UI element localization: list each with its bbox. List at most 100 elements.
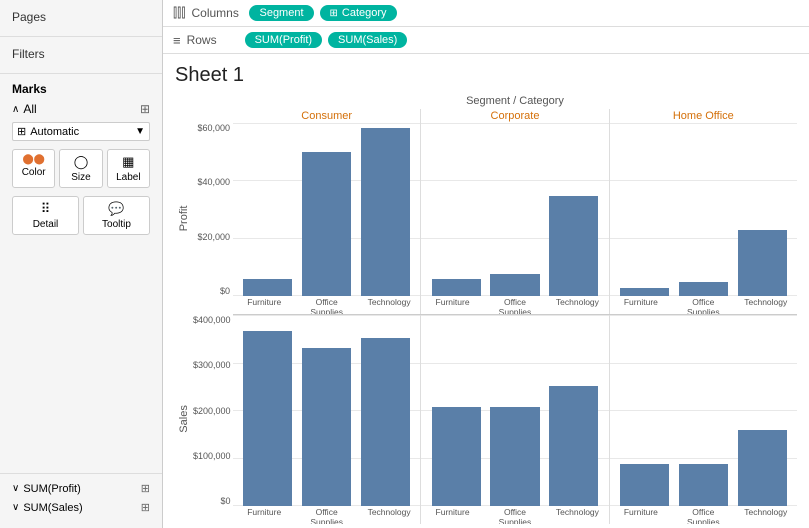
segment-group-2 bbox=[609, 315, 797, 506]
sum-sales-text: SUM(Sales) bbox=[23, 502, 82, 514]
bar-1-1 bbox=[490, 274, 539, 297]
marks-type-dropdown[interactable]: ⊞ Automatic ▼ bbox=[12, 122, 150, 141]
x-label-0-0: Furniture bbox=[233, 296, 295, 314]
bar-col-2-1 bbox=[674, 315, 732, 506]
x-label-0-1: OfficeSupplies bbox=[295, 506, 357, 524]
pages-label: Pages bbox=[12, 10, 150, 24]
main-content: ⫿⫿⫿ Columns Segment ⊞ Category ≡ Rows SU… bbox=[163, 0, 809, 528]
bar-col-1-0 bbox=[427, 123, 485, 296]
x-label-0-1: OfficeSupplies bbox=[295, 296, 357, 314]
x-label-2-0: Furniture bbox=[610, 296, 672, 314]
sidebar-measures: ∨ SUM(Profit) ⊞ ∨ SUM(Sales) ⊞ bbox=[0, 473, 162, 528]
x-seg-2: FurnitureOfficeSuppliesTechnology bbox=[609, 296, 797, 314]
bar-0-2 bbox=[361, 128, 410, 296]
sum-profit-pill[interactable]: SUM(Profit) bbox=[245, 32, 322, 48]
segment-group-0 bbox=[233, 315, 420, 506]
segment-pill[interactable]: Segment bbox=[249, 5, 313, 21]
bars-icon: ⊞ bbox=[140, 102, 150, 116]
category-icon: ⊞ bbox=[330, 8, 338, 19]
color-button[interactable]: ⬤⬤ Color bbox=[12, 149, 55, 188]
bar-col-1-1 bbox=[486, 123, 544, 296]
sales-bars-row bbox=[233, 315, 797, 506]
segment-group-1 bbox=[420, 315, 608, 506]
sales-y-ticks: $400,000 $300,000 $200,000 $100,000 $0 bbox=[193, 315, 234, 524]
sum-sales-label: ∨ SUM(Sales) bbox=[12, 502, 83, 514]
marks-buttons: ⬤⬤ Color ◯ Size ▦ Label bbox=[12, 149, 150, 188]
segment-header-homeoffice: Home Office bbox=[609, 109, 797, 123]
bar-0-0 bbox=[243, 331, 292, 506]
bar-1-2 bbox=[549, 196, 598, 297]
label-icon: ▦ bbox=[122, 154, 134, 170]
bar-col-2-1 bbox=[674, 123, 732, 296]
segment-pill-text: Segment bbox=[259, 7, 303, 19]
tooltip-label: Tooltip bbox=[102, 219, 131, 230]
x-label-1-2: Technology bbox=[546, 296, 608, 314]
profit-x-labels: FurnitureOfficeSuppliesTechnologyFurnitu… bbox=[233, 296, 797, 314]
sum-profit-row: ∨ SUM(Profit) ⊞ bbox=[12, 482, 150, 495]
sum-profit-label: ∨ SUM(Profit) bbox=[12, 483, 81, 495]
bar-0-0 bbox=[243, 279, 292, 296]
size-button[interactable]: ◯ Size bbox=[59, 149, 102, 188]
segment-group-1 bbox=[420, 123, 608, 296]
x-label-1-1: OfficeSupplies bbox=[484, 506, 546, 524]
profit-y-axis: Profit $60,000 $40,000 $20,000 $0 bbox=[175, 123, 233, 314]
bar-0-1 bbox=[302, 152, 351, 296]
sales-y-label: Sales bbox=[175, 315, 193, 524]
label-button[interactable]: ▦ Label bbox=[107, 149, 150, 188]
rows-toolbar: ≡ Rows SUM(Profit) SUM(Sales) bbox=[163, 27, 809, 54]
bar-1-1 bbox=[490, 407, 539, 506]
sum-sales-pill[interactable]: SUM(Sales) bbox=[328, 32, 407, 48]
bar-col-0-2 bbox=[357, 123, 415, 296]
detail-icon: ⠿ bbox=[41, 201, 51, 217]
color-icon: ⬤⬤ bbox=[22, 154, 44, 165]
profit-y-label: Profit bbox=[175, 123, 193, 314]
bar-0-1 bbox=[302, 348, 351, 506]
sheet-area: Sheet 1 Segment / Category Consumer Corp… bbox=[163, 54, 809, 528]
marks-label: Marks bbox=[12, 82, 150, 96]
marks-all-label: ∧ All bbox=[12, 102, 37, 116]
sum-sales-pill-text: SUM(Sales) bbox=[338, 34, 397, 46]
x-seg-1: FurnitureOfficeSuppliesTechnology bbox=[420, 296, 608, 314]
sales-bars-grid: FurnitureOfficeSuppliesTechnologyFurnitu… bbox=[233, 315, 797, 524]
marks-buttons2: ⠿ Detail 💬 Tooltip bbox=[12, 196, 150, 235]
bar-col-1-2 bbox=[545, 315, 603, 506]
segment-group-0 bbox=[233, 123, 420, 296]
bar-col-0-0 bbox=[239, 123, 297, 296]
x-label-0-2: Technology bbox=[358, 506, 420, 524]
sales-y-axis: Sales $400,000 $300,000 $200,000 $100,00… bbox=[175, 315, 233, 524]
x-label-1-0: Furniture bbox=[421, 506, 483, 524]
x-label-2-0: Furniture bbox=[610, 506, 672, 524]
bar-2-2 bbox=[738, 430, 787, 506]
columns-toolbar: ⫿⫿⫿ Columns Segment ⊞ Category bbox=[163, 0, 809, 27]
x-label-2-1: OfficeSupplies bbox=[672, 296, 734, 314]
category-pill[interactable]: ⊞ Category bbox=[320, 5, 397, 21]
segment-headers-row: Consumer Corporate Home Office bbox=[233, 109, 797, 123]
rows-label: Rows bbox=[187, 33, 239, 47]
marks-all-row: ∧ All ⊞ bbox=[12, 102, 150, 116]
chevron-down-icon3: ∨ bbox=[12, 502, 19, 513]
color-label: Color bbox=[22, 167, 46, 178]
x-label-1-0: Furniture bbox=[421, 296, 483, 314]
bar-1-0 bbox=[432, 407, 481, 506]
bar-col-1-2 bbox=[545, 123, 603, 296]
chevron-down-icon2: ∨ bbox=[12, 483, 19, 494]
profit-panel: Profit $60,000 $40,000 $20,000 $0 bbox=[175, 123, 797, 314]
sum-sales-icon: ⊞ bbox=[141, 501, 150, 514]
x-seg-1: FurnitureOfficeSuppliesTechnology bbox=[420, 506, 608, 524]
x-seg-2: FurnitureOfficeSuppliesTechnology bbox=[609, 506, 797, 524]
filters-label: Filters bbox=[12, 47, 150, 61]
sales-x-labels: FurnitureOfficeSuppliesTechnologyFurnitu… bbox=[233, 506, 797, 524]
profit-y-ticks: $60,000 $40,000 $20,000 $0 bbox=[193, 123, 233, 314]
detail-button[interactable]: ⠿ Detail bbox=[12, 196, 79, 235]
sidebar: Pages Filters Marks ∧ All ⊞ ⊞ Automatic … bbox=[0, 0, 163, 528]
bar-col-2-0 bbox=[616, 315, 674, 506]
marks-section: Marks ∧ All ⊞ ⊞ Automatic ▼ ⬤⬤ Color ◯ S… bbox=[0, 74, 162, 473]
x-seg-0: FurnitureOfficeSuppliesTechnology bbox=[233, 296, 420, 314]
tooltip-button[interactable]: 💬 Tooltip bbox=[83, 196, 150, 235]
x-label-2-2: Technology bbox=[735, 296, 797, 314]
x-seg-0: FurnitureOfficeSuppliesTechnology bbox=[233, 506, 420, 524]
automatic-label: Automatic bbox=[26, 126, 135, 138]
sum-sales-row: ∨ SUM(Sales) ⊞ bbox=[12, 501, 150, 514]
profit-bars-grid: FurnitureOfficeSuppliesTechnologyFurnitu… bbox=[233, 123, 797, 314]
x-label-1-2: Technology bbox=[546, 506, 608, 524]
